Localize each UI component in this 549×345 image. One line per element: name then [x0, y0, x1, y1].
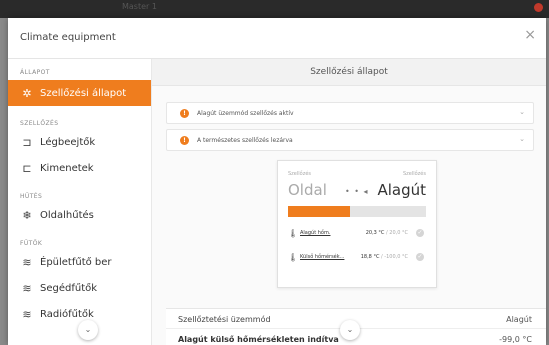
sidebar-item-outlets[interactable]: ⊏ Kimenetek: [8, 155, 151, 181]
check-icon: ✓: [416, 229, 424, 237]
current-mode-label: Szellőzés: [288, 171, 312, 177]
close-icon[interactable]: ×: [524, 28, 536, 42]
check-icon: ✓: [416, 253, 424, 261]
cooling-icon: ❄: [22, 208, 32, 222]
window-close-icon[interactable]: [534, 3, 543, 12]
setting-value: -99,0 °C: [499, 335, 532, 344]
heater-icon: ≋: [22, 255, 32, 269]
sidebar-section-cooling: HŰTÉS: [20, 193, 43, 200]
sensor-name: Külső hőmérsék...: [300, 254, 345, 260]
sidebar-section-heaters: FŰTŐK: [20, 240, 43, 247]
chevron-down-icon[interactable]: ⌄: [519, 108, 525, 116]
ventilation-progress-fill: [288, 206, 351, 217]
sidebar-item-building-heater[interactable]: ≋ Épületfűtő ber: [8, 249, 151, 275]
current-mode-value: Oldal: [288, 181, 327, 199]
chevron-down-icon[interactable]: ⌄: [519, 135, 525, 143]
notice-natural-vent-closed[interactable]: ! A természetes szellőzés lezárva ⌄: [166, 129, 534, 151]
ventilation-status-card: Szellőzés Oldal • • ◂ Szellőzés Alagút 🌡…: [277, 160, 437, 288]
climate-equipment-dialog: Climate equipment × ÁLLAPOT ✲ Szellőzési…: [8, 18, 546, 345]
transition-arrows-icon: • • ◂: [345, 187, 369, 196]
panel-title: Szellőzési állapot: [152, 59, 546, 86]
sensor-name: Alagút hőm.: [300, 230, 331, 236]
setting-value: Alagút: [506, 315, 532, 324]
sidebar-item-label: Szellőzési állapot: [40, 87, 127, 99]
radiant-heater-icon: ≋: [22, 307, 32, 321]
outside-temperature-row[interactable]: 🌡︎ Külső hőmérsék... 18,8 °C / -100,0 °C…: [288, 250, 426, 264]
sidebar-item-label: Légbeejtők: [40, 136, 96, 148]
sidebar-item-label: Oldalhűtés: [40, 209, 94, 221]
air-inlet-icon: ⊐: [22, 135, 32, 149]
sidebar-item-label: Radiófűtők: [40, 308, 94, 320]
sidebar-item-label: Épületfűtő ber: [40, 256, 112, 268]
sidebar-section-ventilation: SZELLŐZÉS: [20, 120, 59, 127]
outlet-icon: ⊏: [22, 161, 32, 175]
target-mode-value: Alagút: [377, 181, 426, 199]
warning-icon: !: [180, 135, 189, 145]
setting-key: Szellőztetési üzemmód: [178, 315, 271, 324]
notice-tunnel-mode[interactable]: ! Alagút üzemmód szellőzés aktív ⌄: [166, 102, 534, 124]
sensor-target: / 20,0 °C: [384, 230, 408, 236]
setting-key: Alagút külső hőmérsékleten indítva: [178, 335, 339, 344]
window-title-bar: Master 1: [0, 0, 549, 18]
warning-icon: !: [180, 108, 189, 118]
thermometer-icon: 🌡︎: [288, 228, 299, 238]
sidebar-item-label: Segédfűtők: [40, 282, 98, 294]
sidebar: ÁLLAPOT ✲ Szellőzési állapot SZELLŐZÉS ⊐…: [8, 59, 152, 345]
window-title: Master 1: [122, 2, 157, 11]
sensor-target: / -100,0 °C: [379, 254, 408, 260]
ventilation-progress-bar: [288, 206, 426, 217]
sidebar-section-status: ÁLLAPOT: [20, 69, 50, 76]
ventilation-icon: ✲: [22, 86, 32, 100]
notice-text: Alagút üzemmód szellőzés aktív: [197, 109, 294, 117]
sidebar-item-label: Kimenetek: [40, 162, 94, 174]
dialog-header: Climate equipment ×: [8, 18, 546, 59]
dialog-title: Climate equipment: [20, 32, 116, 43]
sidebar-item-air-inlets[interactable]: ⊐ Légbeejtők: [8, 129, 151, 155]
aux-heater-icon: ≋: [22, 281, 32, 295]
target-mode-label: Szellőzés: [402, 171, 426, 177]
sidebar-item-side-cooling[interactable]: ❄ Oldalhűtés: [8, 202, 151, 228]
main-panel: Szellőzési állapot ! Alagút üzemmód szel…: [152, 59, 546, 345]
sidebar-item-aux-heaters[interactable]: ≋ Segédfűtők: [8, 275, 151, 301]
notice-text: A természetes szellőzés lezárva: [197, 136, 293, 144]
sensor-value: 20,3 °C: [365, 230, 385, 236]
scroll-down-button[interactable]: ⌄: [78, 320, 98, 340]
sensor-value: 18,8 °C: [360, 254, 380, 260]
expand-button[interactable]: ⌄: [340, 320, 360, 340]
thermometer-icon: 🌡︎: [288, 252, 299, 262]
tunnel-temperature-row[interactable]: 🌡︎ Alagút hőm. 20,3 °C / 20,0 °C ✓: [288, 226, 426, 240]
sidebar-item-ventilation-status[interactable]: ✲ Szellőzési állapot: [8, 80, 151, 106]
